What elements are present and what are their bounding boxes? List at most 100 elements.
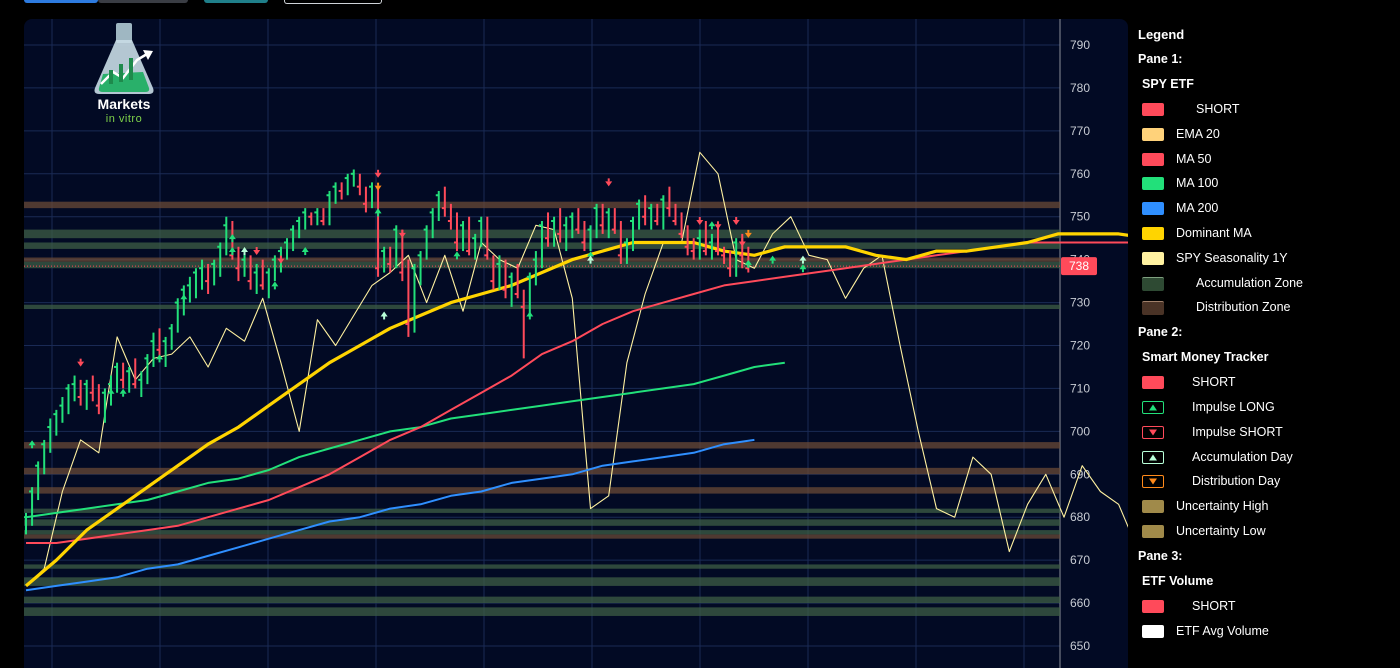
impulse-long-marker [708,221,716,227]
price-bar-close [508,275,512,278]
price-bar [735,238,738,277]
price-bar [698,229,701,260]
accumulation-zone [24,564,1060,569]
legend-item[interactable]: MA 100 [1134,171,1396,196]
price-bar-close [290,228,294,231]
price-bar-close [241,258,245,261]
price-bar [668,186,671,217]
y-tick-label: 750 [1070,210,1090,224]
top-toolbar [0,0,1130,6]
price-bar [201,259,204,290]
legend-zone-swatch [1142,276,1164,291]
price-bar-close [405,323,409,326]
price-bar [619,221,622,264]
impulse-long-marker [119,388,127,394]
impulse-long-marker-stem [231,252,234,256]
price-bar [729,251,732,277]
price-bar [286,238,289,260]
price-bar [249,255,252,290]
y-tick-label: 710 [1070,381,1090,395]
price-bar-close [490,280,494,283]
price-bar-close [666,207,670,210]
logo-bar [129,58,133,80]
price-bar-close [575,228,579,231]
price-bar-close [144,357,148,360]
y-tick-label: 760 [1070,167,1090,181]
price-bar-close [636,202,640,205]
impulse-short-marker [696,220,704,226]
price-bar-close [502,288,506,291]
price-bar-close [308,215,312,218]
legend-item[interactable]: EMA 20 [1134,122,1396,147]
price-bar [443,186,446,217]
legend-item[interactable]: Distribution Day [1134,469,1396,494]
legend-item[interactable]: Distribution Zone [1134,295,1396,320]
distribution-zone [24,201,1060,209]
legend-item[interactable]: Impulse SHORT [1134,420,1396,445]
legend-item[interactable]: Accumulation Zone [1134,271,1396,296]
legend-item[interactable]: SHORT [1134,97,1396,122]
accumulation-day-marker-stem [383,316,386,320]
y-tick-label: 730 [1070,296,1090,310]
price-bar [188,276,191,303]
legend-item[interactable]: Impulse LONG [1134,395,1396,420]
price-bar [298,216,301,239]
legend-pane3-items: SHORT ETF Avg Volume [1134,594,1396,644]
price-bar-close [411,267,415,270]
price-bar-close [368,185,372,188]
legend-item[interactable]: SHORT [1134,594,1396,619]
accumulation-day-marker-stem [801,260,804,264]
legend-item-label: SHORT [1196,102,1240,116]
price-chart[interactable]: 6506606706806907007107207307407507607707… [24,19,1128,668]
legend-item-label: Accumulation Day [1192,449,1293,464]
impulse-short-marker-stem [735,217,738,221]
price-bar-close [460,224,464,227]
distribution-zone [24,442,1060,449]
toolbar-button[interactable] [204,0,268,3]
accumulation-day-marker-stem [243,252,246,256]
price-bar-close [478,220,482,223]
impulse-short-marker-stem [716,221,719,225]
legend-item[interactable]: SPY Seasonality 1Y [1134,246,1396,271]
price-bar [468,216,471,256]
legend-pane3-series: ETF Volume [1142,573,1214,588]
impulse-long-marker-stem [710,226,713,230]
accumulation-zone [24,530,1060,535]
price-bar-close [138,378,142,381]
price-bar-close [71,383,75,386]
price-bar-close [690,250,694,253]
toolbar-outline-button[interactable] [284,0,382,4]
legend-item[interactable]: MA 200 [1134,196,1396,221]
legend-zone-swatch [1142,301,1164,316]
price-bar-close [168,327,172,330]
price-bar [583,221,586,252]
price-bar [565,216,568,252]
price-bar-close [24,516,26,519]
legend-item-label: Uncertainty Low [1176,523,1266,538]
legend-item[interactable]: Accumulation Day [1134,445,1396,470]
price-bar-close [587,228,591,231]
legend-item[interactable]: MA 50 [1134,147,1396,172]
accumulation-zone [24,508,1060,513]
price-bar-close [551,220,555,223]
legend-item[interactable]: Dominant MA [1134,221,1396,246]
legend-item[interactable]: Uncertainty High [1134,494,1396,519]
legend-swatch [1142,624,1164,638]
impulse-short-marker-stem [255,247,258,251]
legend-item[interactable]: SHORT [1134,370,1396,395]
chart-panel[interactable]: 6506606706806907007107207307407507607707… [24,19,1128,668]
price-bar [322,208,325,226]
toolbar-tab[interactable] [98,0,188,3]
price-bar-close [271,258,275,261]
accumulation-zone [24,607,1060,616]
y-tick-label: 650 [1070,639,1090,653]
legend-pane1-items: SHORT EMA 20 MA 50 MA 100 MA 200 Dominant MA S… [1134,97,1396,320]
price-bar-close [235,267,239,270]
price-bar-close [277,250,281,253]
price-bar-close [77,396,81,399]
toolbar-tab-active[interactable] [24,0,98,3]
legend-item[interactable]: ETF Avg Volume [1134,619,1396,644]
legend-item[interactable]: Uncertainty Low [1134,519,1396,544]
price-bar [389,246,392,273]
legend-pane2-heading: Pane 2: [1138,325,1183,340]
